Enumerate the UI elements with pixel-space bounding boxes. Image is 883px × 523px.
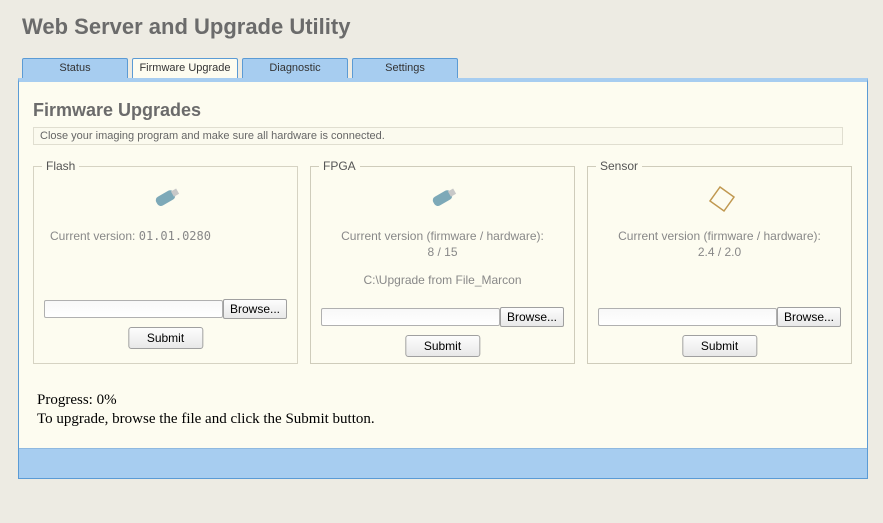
sensor-file-input[interactable]: [598, 308, 777, 326]
flash-file-input[interactable]: [44, 300, 223, 318]
sensor-submit-button[interactable]: Submit: [682, 335, 757, 357]
page-title: Web Server and Upgrade Utility: [22, 14, 883, 40]
fpga-version-label: Current version (firmware / hardware):: [321, 229, 564, 243]
section-title: Firmware Upgrades: [33, 100, 853, 121]
card-flash-legend: Flash: [42, 159, 79, 173]
sensor-version-value: 2.4 / 2.0: [598, 245, 841, 259]
flash-submit-button[interactable]: Submit: [128, 327, 203, 349]
progress-block: Progress: 0% To upgrade, browse the file…: [37, 392, 853, 428]
fpga-file-input[interactable]: [321, 308, 500, 326]
sensor-browse-button[interactable]: Browse...: [777, 307, 841, 327]
card-fpga-legend: FPGA: [319, 159, 360, 173]
progress-label: Progress: 0%: [37, 392, 853, 409]
panel-footer-bar: [19, 448, 867, 478]
sensor-version-label: Current version (firmware / hardware):: [598, 229, 841, 243]
usb-drive-icon: [44, 183, 287, 221]
usb-drive-icon: [321, 183, 564, 221]
instructions-text: Close your imaging program and make sure…: [33, 127, 843, 145]
card-flash: Flash Current version: 01.01.0280 Br: [33, 159, 298, 364]
tab-status[interactable]: Status: [22, 58, 128, 78]
progress-hint: To upgrade, browse the file and click th…: [37, 411, 853, 428]
tab-bar: Status Firmware Upgrade Diagnostic Setti…: [22, 58, 883, 78]
tab-diagnostic[interactable]: Diagnostic: [242, 58, 348, 78]
flash-version-label: Current version: 01.01.0280: [50, 229, 287, 243]
fpga-file-path: C:\Upgrade from File_Marcon: [321, 273, 564, 287]
fpga-version-value: 8 / 15: [321, 245, 564, 259]
tab-firmware-upgrade[interactable]: Firmware Upgrade: [132, 58, 238, 78]
flash-version-value: 01.01.0280: [139, 229, 211, 243]
card-fpga: FPGA Current version (firmware / hardwar…: [310, 159, 575, 364]
card-sensor-legend: Sensor: [596, 159, 642, 173]
tab-settings[interactable]: Settings: [352, 58, 458, 78]
fpga-submit-button[interactable]: Submit: [405, 335, 480, 357]
flash-browse-button[interactable]: Browse...: [223, 299, 287, 319]
firmware-panel: Firmware Upgrades Close your imaging pro…: [18, 78, 868, 479]
fpga-browse-button[interactable]: Browse...: [500, 307, 564, 327]
sensor-icon: [598, 183, 841, 221]
card-sensor: Sensor Current version (firmware / hardw…: [587, 159, 852, 364]
